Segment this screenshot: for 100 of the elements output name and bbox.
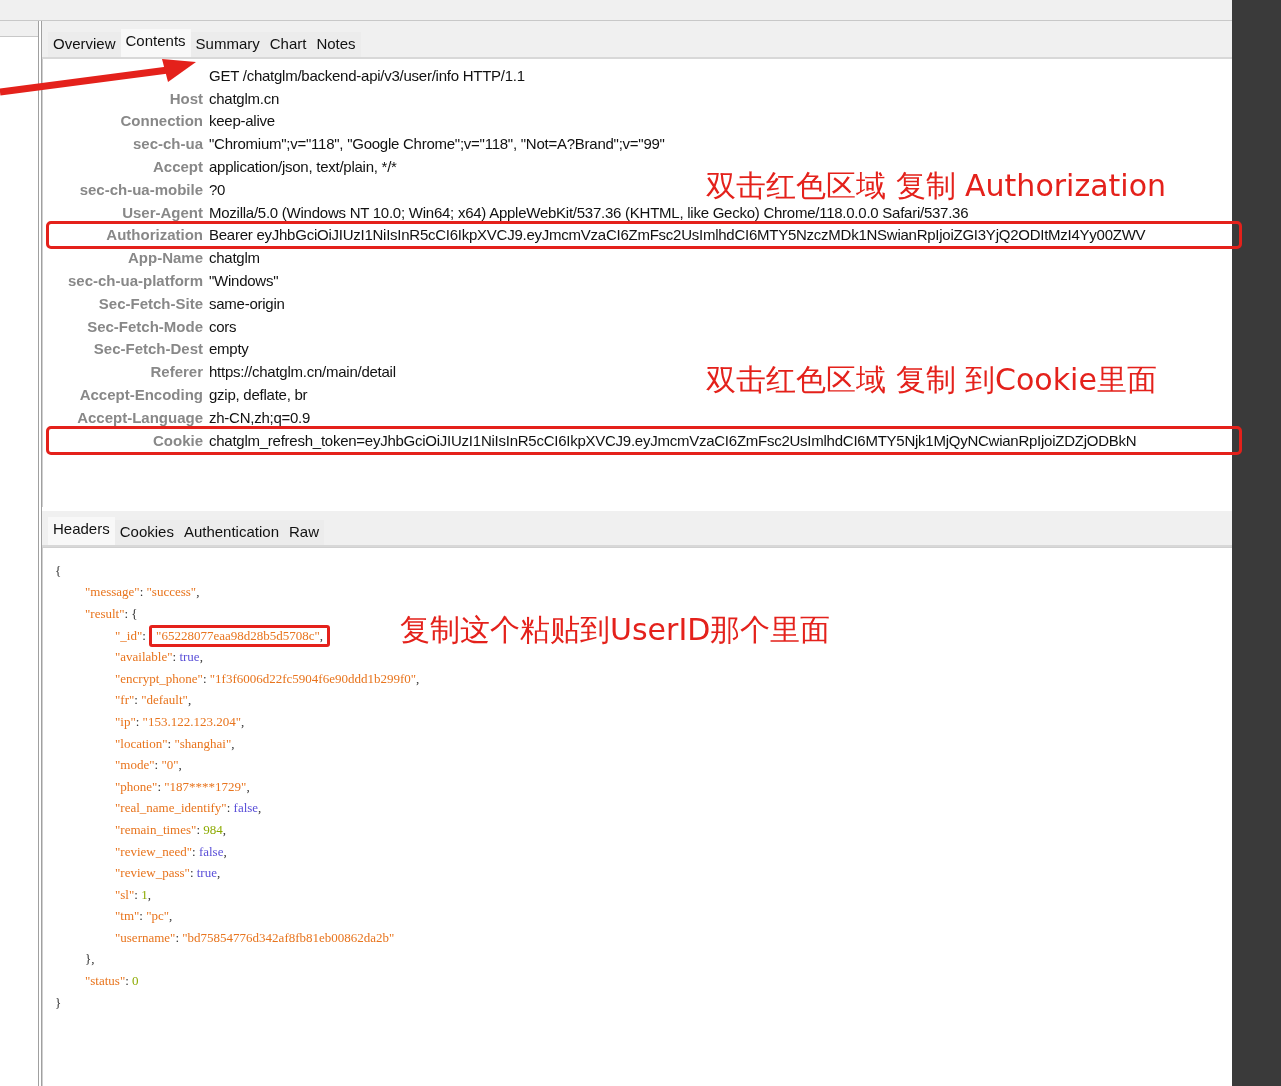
header-value: cors <box>209 317 237 335</box>
json-token: , <box>246 778 250 795</box>
json-token: , <box>147 886 151 903</box>
json-token: } <box>55 994 62 1011</box>
header-name: Authorization <box>105 226 204 244</box>
header-value: Bearer eyJhbGciOiJIUzI1NiIsInR5cCI6IkpXVCJ9.eyJmcmVzaCI6ZmFsc2UsImlhdCI6MTY5NzczMDk1NSwianRpIjoiZGI3YjQ2ODItMzI4Yy00ZWV <box>209 226 1146 244</box>
header-name: Accept-Encoding <box>78 386 204 404</box>
json-token: : <box>154 757 160 774</box>
header-name: Sec-Fetch-Site <box>97 294 204 312</box>
json-token: "65228077eaa98d28b5d5708c" <box>156 627 320 643</box>
json-token: : <box>175 929 181 946</box>
tab[interactable]: Contents <box>120 29 191 57</box>
header-value: chatglm_refresh_token=eyJhbGciOiJIUzI1NiIsInR5cCI6IkpXVCJ9.eyJmcmVzaCI6ZmFsc2UsImlhdCI6MTY5Njk1MjQyNCwianRpIjoiZDZjODBkN <box>209 431 1137 449</box>
json-token: "mode" <box>115 757 155 774</box>
header-name: Host <box>168 89 204 107</box>
json-token: "result" <box>85 606 125 622</box>
json-token: , <box>216 865 221 882</box>
json-token: , <box>258 800 262 817</box>
annotation-text: 复制这个粘贴到UserID那个里面 <box>400 611 831 649</box>
json-token: "bd75854776d342af8fb81eb00862da2b" <box>182 929 395 946</box>
header-name: Sec-Fetch-Dest <box>92 340 204 358</box>
json-token: : <box>202 670 208 687</box>
header-value: "Chromium";v="118", "Google Chrome";v="118", "Not=A?Brand";v="99" <box>209 135 665 153</box>
json-token: true <box>179 649 200 666</box>
header-name: Connection <box>119 112 204 130</box>
json-token: "0" <box>161 757 179 774</box>
header-value: chatglm.cn <box>209 89 280 107</box>
json-token: , <box>178 757 182 774</box>
json-token: 984 <box>203 821 223 838</box>
json-token: 0 <box>132 973 139 990</box>
json-token: "ip" <box>115 713 136 730</box>
json-token: : <box>142 627 147 644</box>
header-name: User-Agent <box>121 203 204 221</box>
header-value: keep-alive <box>209 112 275 130</box>
json-token: "shanghai" <box>174 735 232 752</box>
json-token: "location" <box>115 735 168 752</box>
json-token: true <box>196 865 217 882</box>
json-token: , <box>169 908 173 925</box>
header-name: Referer <box>149 363 204 381</box>
tab[interactable]: Notes <box>311 32 361 57</box>
json-token: "encrypt_phone" <box>115 670 203 687</box>
header-value: application/json, text/plain, */* <box>209 158 397 176</box>
tab[interactable]: Summary <box>190 32 265 57</box>
header-value: empty <box>209 340 249 358</box>
header-name: Accept-Language <box>76 408 204 426</box>
json-token: "message" <box>85 584 140 601</box>
header-name: sec-ch-ua-mobile <box>78 180 204 198</box>
tab[interactable]: Authentication <box>178 520 284 545</box>
header-value: gzip, deflate, br <box>209 386 308 404</box>
json-token: "available" <box>115 649 173 666</box>
header-name: Cookie <box>152 431 204 449</box>
json-token: : <box>134 886 139 903</box>
header-name: App-Name <box>127 249 204 267</box>
header-value: Mozilla/5.0 (Windows NT 10.0; Win64; x64) AppleWebKit/537.36 (KHTML, like Gecko) Chrome/118.0.0.0 Safari/537.36 <box>209 203 969 221</box>
json-token: "pc" <box>146 908 170 925</box>
json-token: , <box>416 670 420 687</box>
json-token: "default" <box>141 692 188 709</box>
header-name: Sec-Fetch-Mode <box>86 317 204 335</box>
header-value: chatglm <box>209 249 260 267</box>
json-token: : <box>134 692 139 709</box>
json-token: "real_name_identify" <box>115 800 227 817</box>
json-token: : <box>226 800 232 817</box>
annotation-text: 双击红色区域 复制 Authorization <box>706 167 1166 205</box>
json-token: , <box>222 821 226 838</box>
json-token: "187****1729" <box>164 778 247 795</box>
json-token: , <box>319 627 324 643</box>
json-token: , <box>223 843 227 860</box>
header-value: ?0 <box>209 180 226 198</box>
json-token: false <box>233 800 259 817</box>
header-name: sec-ch-ua-platform <box>66 272 204 290</box>
json-token: "153.122.123.204" <box>142 713 241 730</box>
header-name: Accept <box>151 158 204 176</box>
json-token: }, <box>85 951 95 968</box>
header-value: zh-CN,zh;q=0.9 <box>209 408 311 426</box>
json-token: : <box>139 908 144 925</box>
annotation-text: 双击红色区域 复制 到Cookie里面 <box>706 361 1157 399</box>
json-token: "review_pass" <box>115 865 190 882</box>
json-token: , <box>187 692 192 709</box>
tab[interactable]: Overview <box>48 32 121 57</box>
json-token: "1f3f6006d22fc5904f6e90ddd1b299f0" <box>209 670 417 687</box>
header-value: same-origin <box>209 294 285 312</box>
json-token: : <box>189 865 195 882</box>
json-token: 1 <box>141 886 148 903</box>
json-token: : <box>135 713 141 730</box>
json-token: : <box>157 778 162 795</box>
json-token: , <box>231 735 235 752</box>
json-token: "success" <box>146 584 197 601</box>
json-token: , <box>196 584 200 601</box>
tab[interactable]: Headers <box>48 517 115 545</box>
json-token: : <box>125 973 130 990</box>
json-token: : { <box>124 606 138 622</box>
json-token: : <box>192 843 197 860</box>
header-value: GET /chatglm/backend-api/v3/user/info HTTP/1.1 <box>209 66 525 84</box>
tab[interactable]: Chart <box>264 32 312 57</box>
json-token: , <box>241 713 245 730</box>
tab[interactable]: Cookies <box>114 520 179 545</box>
header-value: "Windows" <box>209 272 279 290</box>
json-token: : <box>196 821 201 838</box>
json-token: : <box>167 735 173 752</box>
tab[interactable]: Raw <box>284 520 324 545</box>
